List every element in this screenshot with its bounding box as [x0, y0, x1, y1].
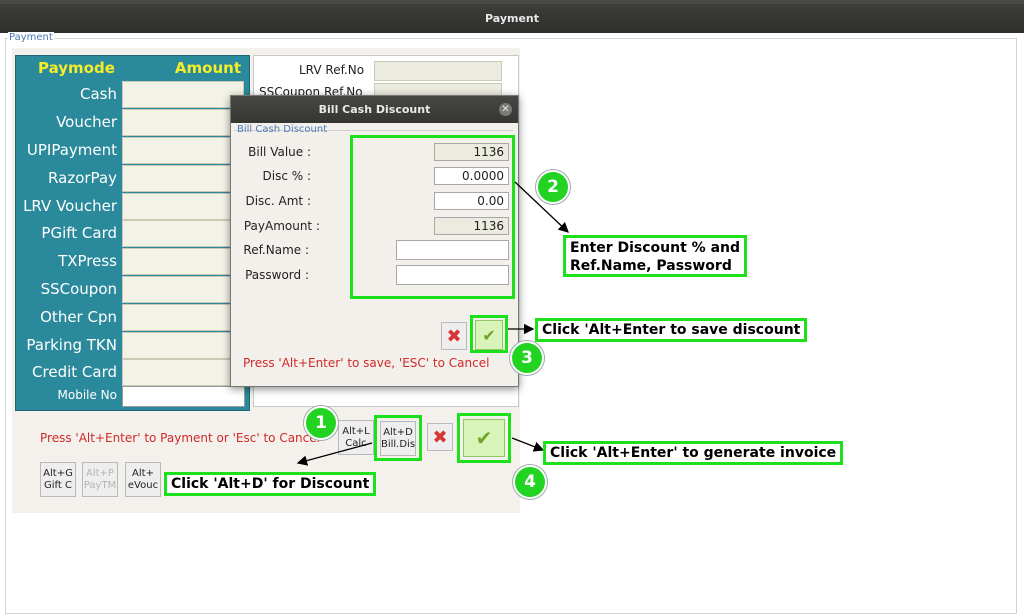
- callout-enter-line2: Ref.Name, Password: [570, 258, 732, 274]
- step-4-badge: 4: [513, 465, 547, 499]
- callout-alt-d-discount: Click 'Alt+D' for Discount: [164, 472, 377, 496]
- arrow-step1: [296, 442, 373, 466]
- annotation-arrows: [296, 181, 569, 466]
- step-1-badge: 1: [304, 406, 338, 440]
- arrow-step4: [511, 437, 545, 452]
- callout-save-discount: Click 'Alt+Enter to save discount: [535, 318, 808, 342]
- callout-enter-line1: Enter Discount % and: [570, 240, 741, 256]
- step-3-badge: 3: [510, 341, 544, 375]
- step-2-badge: 2: [536, 170, 570, 204]
- callout-enter-discount: Enter Discount % and Ref.Name, Password: [563, 235, 748, 277]
- callout-generate-invoice: Click 'Alt+Enter' to generate invoice: [543, 441, 844, 465]
